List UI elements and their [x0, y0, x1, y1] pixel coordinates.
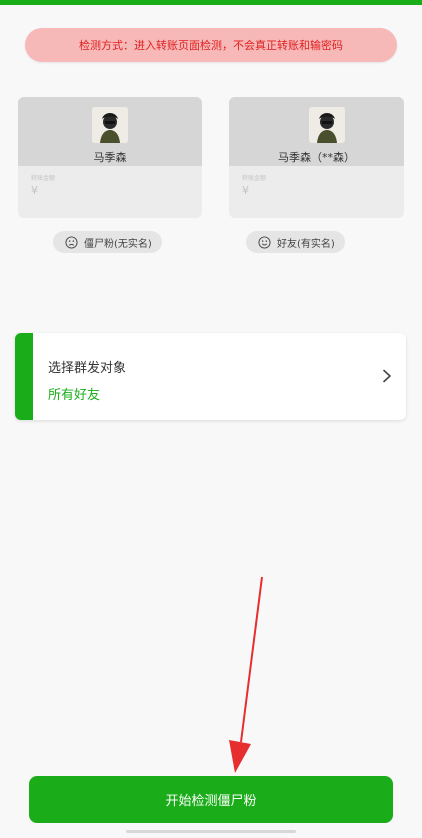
- annotation-arrow: [229, 576, 263, 773]
- start-detection-button[interactable]: 开始检测僵尸粉: [29, 776, 393, 823]
- start-button-label: 开始检测僵尸粉: [165, 793, 257, 808]
- home-indicator: [126, 830, 296, 833]
